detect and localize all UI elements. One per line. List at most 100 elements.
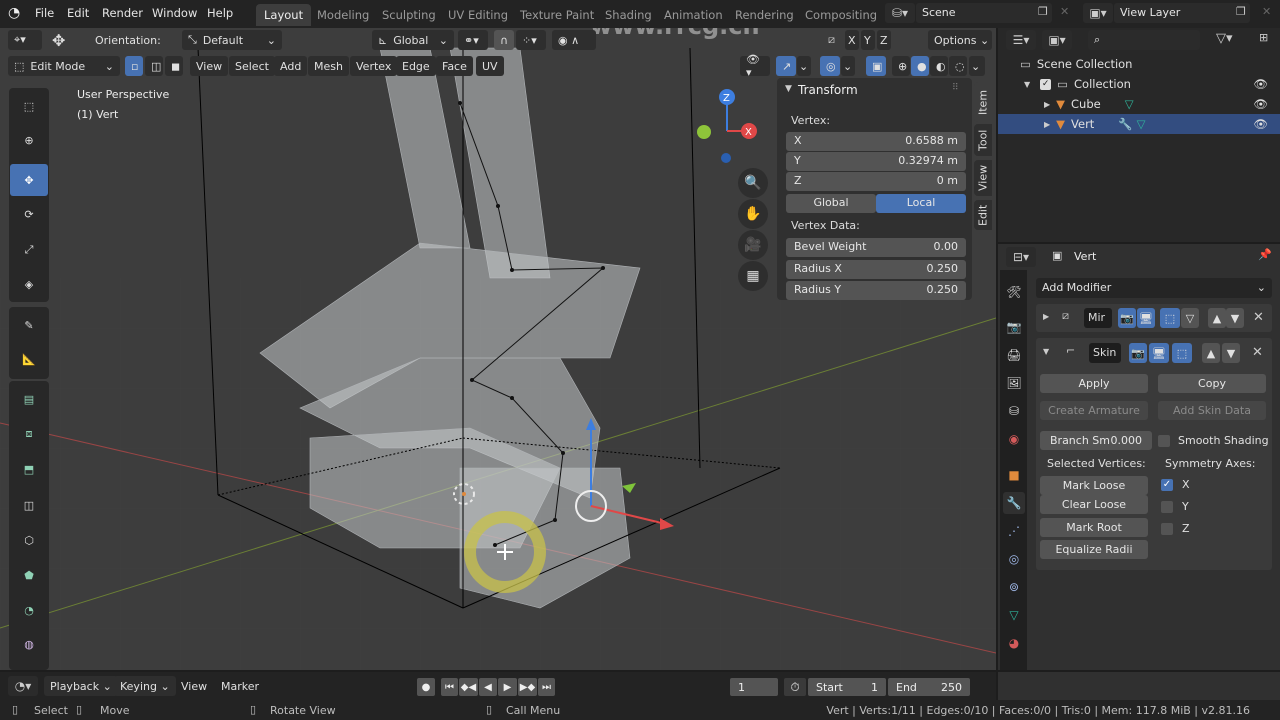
pivot-icon[interactable]: ⌖▾ [8,30,42,50]
tab-uv-editing[interactable]: UV Editing [440,4,516,26]
clear-loose-button[interactable]: Clear Loose [1040,495,1148,514]
prev-keyframe-icon[interactable]: ◆◀ [459,678,478,696]
timeline-marker-menu[interactable]: Marker [221,680,259,693]
keying-menu[interactable]: Keying ⌄ [114,676,176,696]
copy-view-layer-icon[interactable]: ❐ [1236,5,1246,18]
tab-modeling[interactable]: Modeling [309,4,377,26]
vertex-y-field[interactable]: Y 0.32974 m [786,152,966,171]
jump-start-icon[interactable]: ⏮ [441,678,458,696]
rotate-tool-icon[interactable]: ⟳ [10,198,48,230]
menu-uv[interactable]: UV [476,56,504,76]
overlay-toggle-icon[interactable]: ◎ [820,56,840,76]
blender-logo-icon[interactable]: ◔ [8,5,20,21]
proportional-falloff-icon[interactable]: ◉ ∧ [552,30,596,50]
menu-add[interactable]: Add [274,56,308,76]
scene-field[interactable]: Scene [916,3,1052,23]
view-layer-tab-icon[interactable]: 🖼 [1003,372,1025,394]
tab-rendering[interactable]: Rendering [727,4,802,26]
snap-icon[interactable]: ⚭▾ [458,30,488,50]
menu-face[interactable]: Face [436,56,473,76]
tab-shading[interactable]: Shading [597,4,660,26]
menu-edge[interactable]: Edge [396,56,436,76]
mesh-data-icon[interactable]: ▽ [1137,117,1146,131]
bevel-tool-icon[interactable]: ⬒ [10,453,48,485]
tab-layout[interactable]: Layout [256,4,312,26]
move-up-icon[interactable]: ▲ [1208,308,1226,328]
particles-tab-icon[interactable]: ⋰ [1003,520,1025,542]
play-icon[interactable]: ▶ [498,678,517,696]
tab-animation[interactable]: Animation [656,4,731,26]
scene-tab-icon[interactable]: ⛁ [1003,400,1025,422]
mark-root-button[interactable]: Mark Root [1040,518,1148,537]
move-tool-icon[interactable]: ✥ [10,164,48,196]
move-up-icon[interactable]: ▲ [1202,343,1220,363]
extrude-tool-icon[interactable]: ▤ [10,383,48,415]
collapse-arrow-icon[interactable]: ▼ [1043,347,1049,356]
visibility-icon[interactable]: 👁▾ [740,53,770,79]
rendered-shading-icon[interactable]: ◌ [949,56,967,76]
collapse-triangle-icon[interactable]: ▼ [785,84,792,94]
eye-icon[interactable]: 👁 [1253,117,1268,131]
wireframe-shading-icon[interactable]: ⊕ [892,56,910,76]
expand-arrow-icon[interactable]: ▶ [1044,120,1050,129]
modifier-name-field[interactable]: Mir [1084,308,1112,328]
output-tab-icon[interactable]: 🖨 [1003,344,1025,366]
expand-arrow-icon[interactable]: ▼ [1024,80,1030,89]
vertex-z-field[interactable]: Z 0 m [786,172,966,191]
edge-select-icon[interactable]: ◫ [145,56,163,76]
create-armature-button[interactable]: Create Armature [1040,401,1148,420]
object-tab-icon[interactable]: ■ [1003,464,1025,486]
equalize-radii-button[interactable]: Equalize Radii [1040,540,1148,559]
poly-build-tool-icon[interactable]: ⬟ [10,559,48,591]
menu-render[interactable]: Render [102,6,143,20]
show-editmode-icon[interactable]: ⬚ [1160,308,1180,328]
editor-type-icon[interactable]: ⊟▾ [1006,247,1036,267]
symmetry-z-checkbox[interactable] [1161,523,1173,535]
face-select-icon[interactable]: ◼ [165,56,183,76]
symmetry-y-checkbox[interactable] [1161,501,1173,513]
view-layer-field[interactable]: View Layer [1114,3,1250,23]
show-viewport-icon[interactable]: 🖥 [1137,308,1155,328]
remove-modifier-icon[interactable]: ✕ [1253,310,1264,325]
menu-edit[interactable]: Edit [67,6,89,20]
render-tab-icon[interactable]: 📷 [1003,316,1025,338]
zoom-view-icon[interactable]: 🔍 [738,168,768,198]
expand-arrow-icon[interactable]: ▶ [1043,312,1049,321]
add-skin-data-button[interactable]: Add Skin Data [1158,401,1266,420]
menu-file[interactable]: File [35,6,54,20]
vertex-select-icon[interactable]: ▫ [125,56,143,76]
chevron-down-icon[interactable]: ⌄ [797,56,811,76]
camera-view-icon[interactable]: 🎥 [738,230,768,260]
measure-tool-icon[interactable]: 📐 [10,343,48,375]
tool-tab-icon[interactable]: 🛠 [1003,281,1025,303]
record-button-icon[interactable]: ● [417,678,435,696]
mark-loose-button[interactable]: Mark Loose [1040,476,1148,495]
copy-button[interactable]: Copy [1158,374,1266,393]
select-box-icon[interactable]: ⬚ [10,90,48,122]
tab-sculpting[interactable]: Sculpting [374,4,444,26]
expand-arrow-icon[interactable]: ▶ [1044,100,1050,109]
ortho-toggle-icon[interactable]: ▦ [738,261,768,291]
sidebar-tab-view[interactable]: View [974,160,992,196]
remove-modifier-icon[interactable]: ✕ [1252,345,1263,360]
xray-toggle-icon[interactable]: ▣ [866,56,886,76]
close-view-layer-icon[interactable]: ✕ [1262,5,1271,18]
outliner-search[interactable]: ⌕ [1088,30,1200,50]
close-scene-icon[interactable]: ✕ [1060,5,1069,18]
transform-orientation-dropdown[interactable]: ⊾ Global ⌄ [372,30,454,50]
apply-button[interactable]: Apply [1040,374,1148,393]
tab-compositing[interactable]: Compositing [797,4,885,26]
material-tab-icon[interactable]: ◕ [1003,632,1025,654]
mirror-icon[interactable]: ⧄ [828,33,835,47]
inset-tool-icon[interactable]: ⧈ [10,418,48,450]
transform-move-icon[interactable]: ✥ [52,31,65,50]
pin-icon[interactable]: 📌 [1258,248,1272,261]
axis-y-toggle[interactable]: Y [861,30,875,50]
local-toggle[interactable]: Local [876,194,966,213]
branch-smoothing-field[interactable]: Branch Sm 0.000 [1040,431,1152,450]
start-frame-field[interactable]: Start 1 [808,678,886,696]
gizmo-toggle-icon[interactable]: ↗ [776,56,796,76]
physics-tab-icon[interactable]: ◎ [1003,548,1025,570]
knife-tool-icon[interactable]: ⬡ [10,524,48,556]
end-frame-field[interactable]: End 250 [888,678,970,696]
